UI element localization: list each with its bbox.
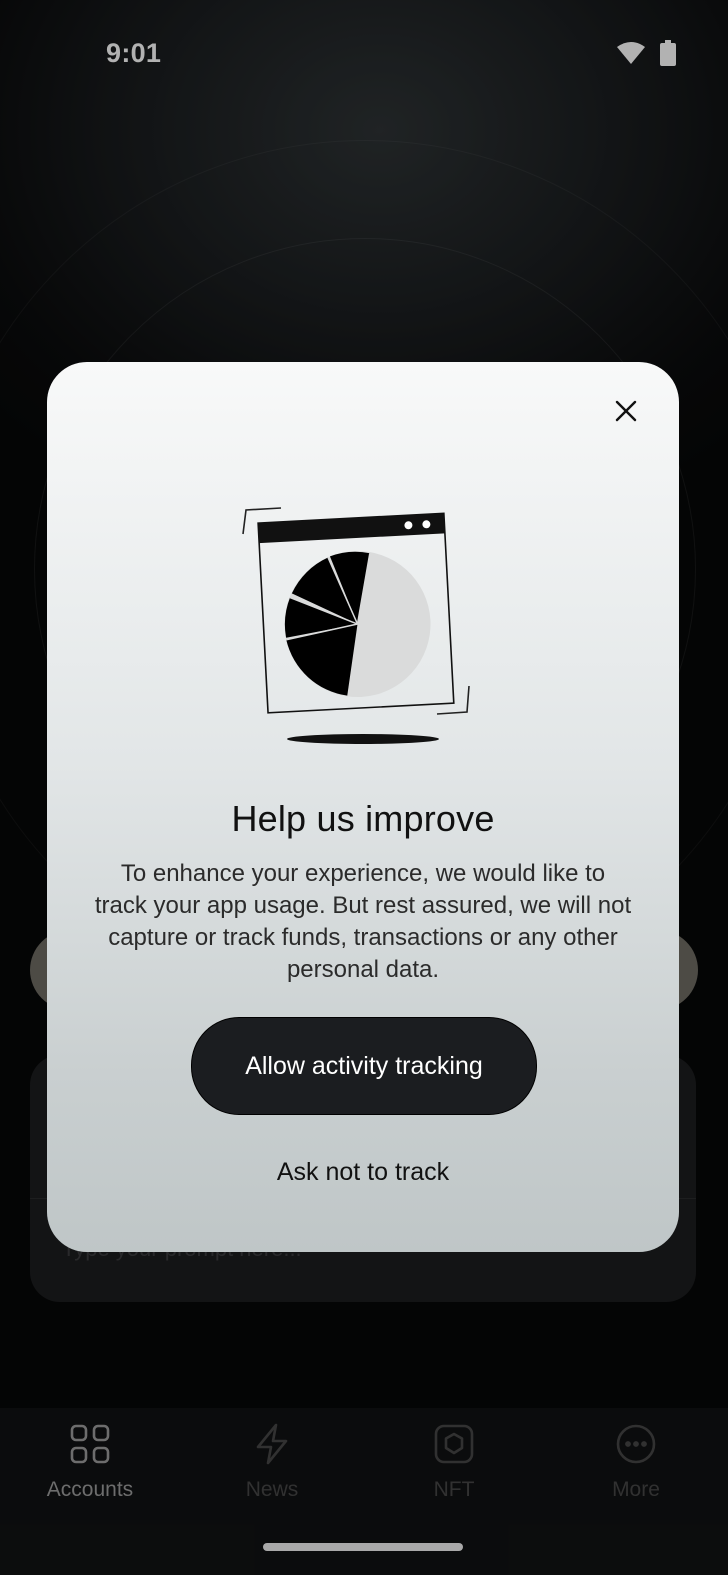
ask-not-to-track-button[interactable]: Ask not to track [47, 1158, 679, 1187]
tracking-consent-dialog: Help us improve To enhance your experien… [47, 362, 679, 1252]
analytics-illustration [233, 502, 493, 752]
dialog-message: To enhance your experience, we would lik… [94, 860, 632, 983]
close-button[interactable] [609, 396, 643, 430]
close-icon [615, 400, 637, 427]
allow-tracking-button[interactable]: Allow activity tracking [191, 1017, 537, 1115]
dialog-title: Help us improve [231, 798, 495, 839]
app-screen: 9:01 Type your prompt here... [0, 0, 728, 1575]
